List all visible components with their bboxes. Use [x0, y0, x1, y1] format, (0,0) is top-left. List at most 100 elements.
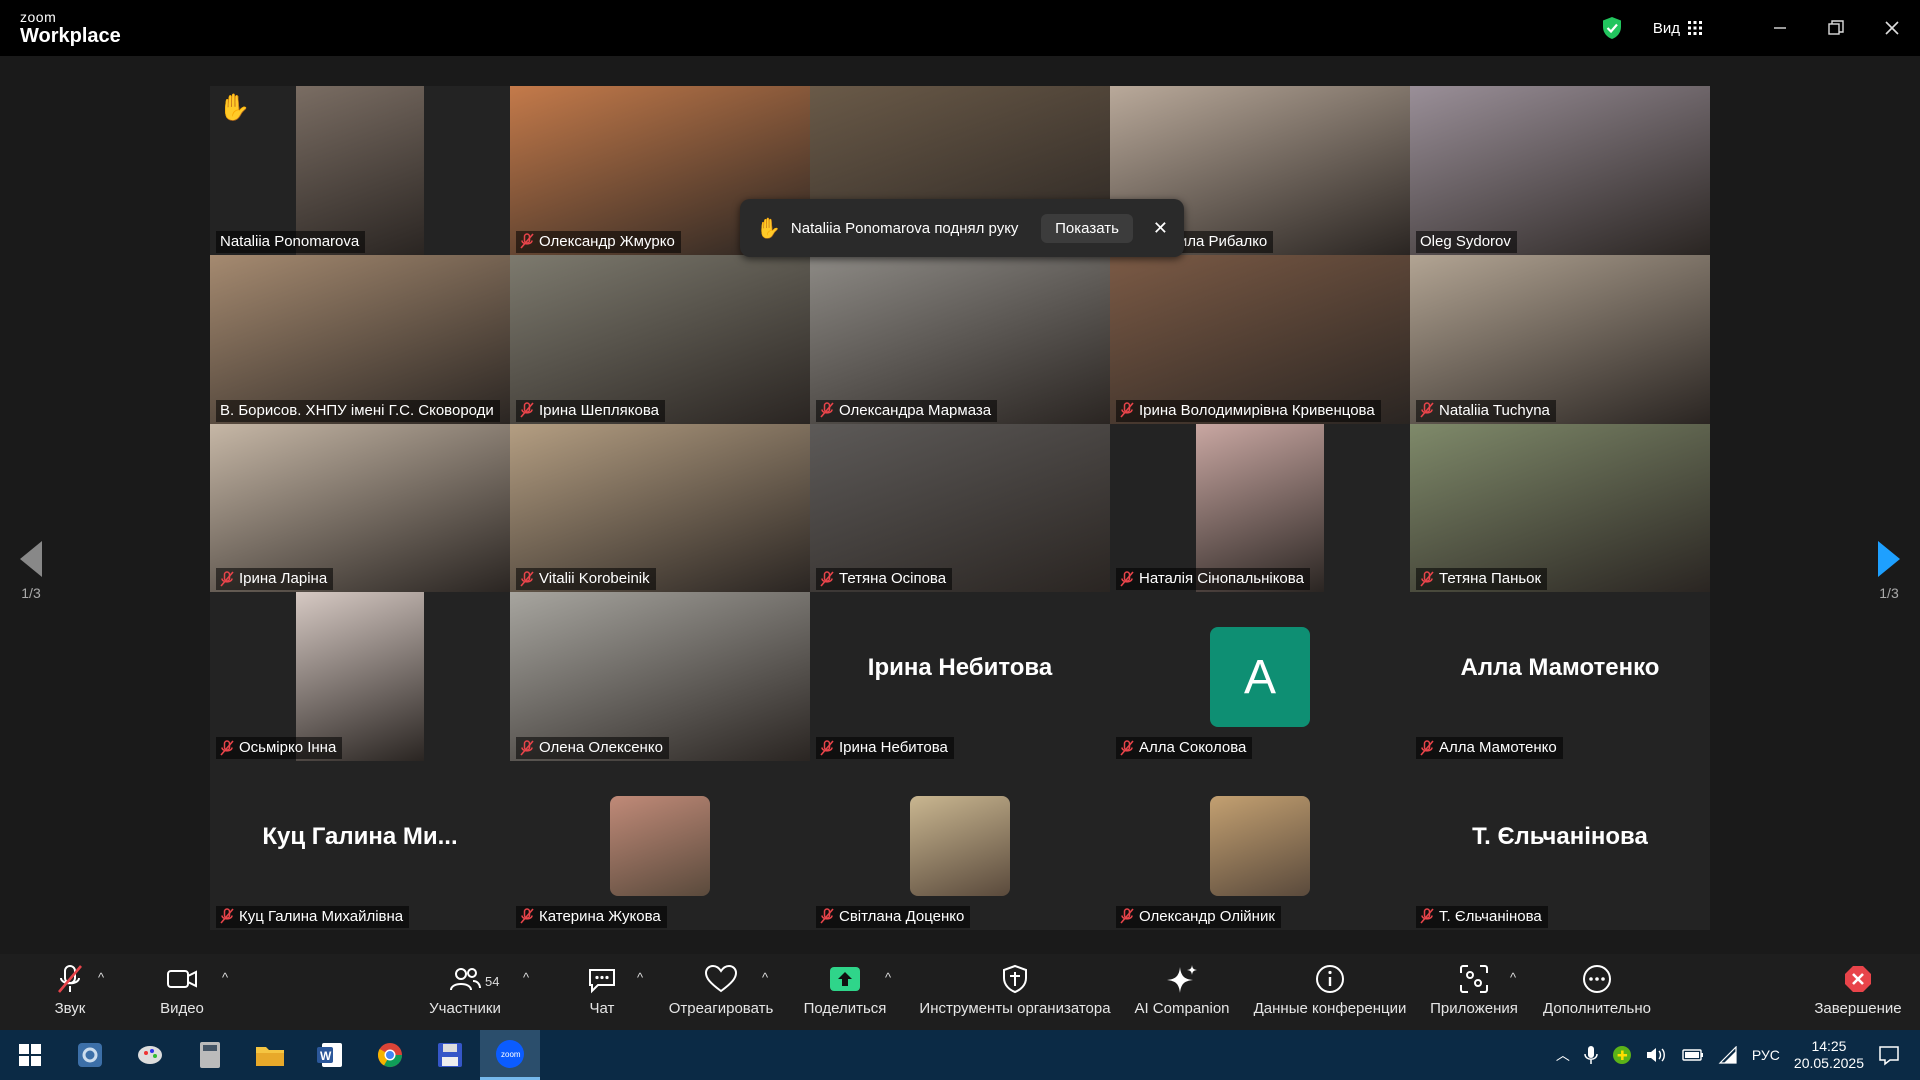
- participant-tile[interactable]: Олександр Олійник: [1110, 761, 1410, 930]
- volume-icon[interactable]: [1646, 1046, 1668, 1064]
- minimize-button[interactable]: [1752, 0, 1808, 56]
- participants-icon: [450, 968, 481, 991]
- participant-tile[interactable]: Тетяна Паньок: [1410, 423, 1710, 593]
- ai-companion-button[interactable]: AI Companion: [1132, 962, 1232, 1026]
- taskbar-calculator-app[interactable]: [180, 1030, 240, 1080]
- meeting-info-button[interactable]: Данные конференции: [1248, 962, 1412, 1026]
- show-button[interactable]: Показать: [1041, 213, 1133, 243]
- participant-name-tag: Nataliia Tuchyna: [1416, 399, 1556, 422]
- paint-app-icon: [138, 1046, 162, 1064]
- participant-tile[interactable]: Nataliia Tuchyna: [1410, 254, 1710, 424]
- raised-hand-notification: ✋ Nataliia Ponomarova поднял руку Показа…: [740, 199, 1184, 257]
- participant-display-name: Куц Галина Ми...: [262, 823, 458, 851]
- participant-tile[interactable]: Тетяна Осіпова: [810, 423, 1110, 593]
- next-page-button[interactable]: 1/3: [1878, 541, 1900, 601]
- muted-mic-icon: [220, 571, 234, 587]
- taskbar-zoom-app[interactable]: zoom: [480, 1030, 540, 1080]
- muted-mic-icon: [520, 739, 534, 756]
- chat-button[interactable]: Чат: [580, 962, 624, 1026]
- participant-name: Тетяна Паньок: [1439, 570, 1542, 588]
- participant-tile[interactable]: Ірина Володимирівна Кривенцова: [1110, 254, 1410, 424]
- taskbar-save-app[interactable]: [420, 1030, 480, 1080]
- muted-mic-icon: [520, 233, 534, 249]
- folder-icon: [256, 1047, 284, 1066]
- muted-mic-icon: [1120, 571, 1134, 587]
- video-button[interactable]: Видео: [150, 962, 214, 1026]
- tray-overflow-chevron-icon[interactable]: ︿: [1556, 1045, 1570, 1065]
- participant-tile[interactable]: Vitalii Korobeinik: [510, 423, 810, 593]
- taskbar-word-app[interactable]: W: [300, 1030, 360, 1080]
- participant-video: [296, 86, 424, 255]
- mic-muted-icon: [58, 965, 82, 993]
- microphone-tray-icon[interactable]: [1584, 1045, 1598, 1065]
- view-button[interactable]: Вид: [1653, 20, 1702, 37]
- taskbar-chrome-app[interactable]: [360, 1030, 420, 1080]
- muted-mic-icon: [1120, 402, 1134, 418]
- participant-display-name: Алла Мамотенко: [1460, 654, 1660, 682]
- taskbar-file-explorer[interactable]: [240, 1030, 300, 1080]
- participant-tile[interactable]: Oleg Sydorov: [1410, 86, 1710, 255]
- taskbar-clock[interactable]: 14:25 20.05.2025: [1794, 1038, 1864, 1073]
- react-options-chevron-icon[interactable]: ^: [762, 970, 768, 985]
- participant-name-tag: Наталія Сінопальнікова: [1116, 568, 1310, 591]
- audio-button[interactable]: Звук: [40, 962, 100, 1026]
- security-shield-icon[interactable]: [1601, 16, 1623, 40]
- participant-tile[interactable]: Наталія Сінопальнікова: [1110, 423, 1410, 593]
- previous-page-button[interactable]: 1/3: [20, 541, 42, 601]
- participant-tile[interactable]: A Алла Соколова: [1110, 592, 1410, 762]
- participant-name: Олександра Мармаза: [839, 401, 992, 419]
- battery-icon[interactable]: [1682, 1048, 1704, 1062]
- share-button[interactable]: Поделиться: [800, 962, 890, 1026]
- apps-options-chevron-icon[interactable]: ^: [1510, 970, 1516, 985]
- more-button[interactable]: Дополнительно: [1540, 962, 1654, 1026]
- shield-icon: [1003, 964, 1027, 994]
- raised-hand-icon: ✋: [218, 92, 251, 122]
- participant-tile[interactable]: Олена Олексенко: [510, 592, 810, 762]
- windows-logo-icon: [19, 1044, 41, 1066]
- notifications-icon[interactable]: [1878, 1044, 1900, 1066]
- language-indicator[interactable]: РУС: [1752, 1047, 1780, 1063]
- participant-tile[interactable]: Алла Мамотенко Алла Мамотенко: [1410, 592, 1710, 762]
- participant-name: Світлана Доценко: [839, 907, 965, 925]
- apps-button[interactable]: Приложения: [1428, 962, 1520, 1026]
- restore-icon: [1828, 20, 1844, 35]
- end-meeting-button[interactable]: Завершение: [1810, 962, 1906, 1026]
- taskbar-settings-app[interactable]: [60, 1030, 120, 1080]
- participant-tile[interactable]: Світлана Доценко: [810, 761, 1110, 930]
- participant-tile[interactable]: Ірина Шеплякова: [510, 254, 810, 424]
- chat-options-chevron-icon[interactable]: ^: [637, 970, 643, 985]
- host-tools-button[interactable]: Инструменты организатора: [915, 962, 1115, 1026]
- restore-button[interactable]: [1808, 0, 1864, 56]
- participants-options-chevron-icon[interactable]: ^: [523, 970, 529, 985]
- participant-name-tag: Тетяна Осіпова: [816, 568, 953, 591]
- share-options-chevron-icon[interactable]: ^: [885, 970, 891, 985]
- participant-name-tag: Алла Мамотенко: [1416, 737, 1563, 760]
- audio-options-chevron-icon[interactable]: ^: [98, 970, 104, 985]
- participant-tile[interactable]: Осьмірко Інна: [210, 592, 510, 762]
- participant-tile[interactable]: Ірина Ларіна: [210, 423, 510, 593]
- participant-name-tag: Ірина Небитова: [816, 737, 954, 760]
- participants-button[interactable]: Участники: [420, 962, 510, 1026]
- taskbar-paint-app[interactable]: [120, 1030, 180, 1080]
- participant-tile[interactable]: ✋ Nataliia Ponomarova: [210, 86, 510, 255]
- close-notification-icon[interactable]: ✕: [1153, 218, 1168, 239]
- video-options-chevron-icon[interactable]: ^: [222, 970, 228, 985]
- close-window-button[interactable]: [1864, 0, 1920, 56]
- meeting-info-label: Данные конференции: [1253, 1000, 1407, 1017]
- participant-tile[interactable]: В. Борисов. ХНПУ імені Г.С. Сковороди: [210, 254, 510, 424]
- svg-text:zoom: zoom: [501, 1050, 521, 1059]
- react-button[interactable]: Отреагировать: [666, 962, 776, 1026]
- arrow-right-icon: [1878, 541, 1900, 577]
- participant-name: Nataliia Ponomarova: [220, 232, 360, 250]
- antivirus-tray-icon[interactable]: ✚: [1612, 1045, 1632, 1065]
- participant-name-tag: Ірина Володимирівна Кривенцова: [1116, 399, 1381, 422]
- participant-tile[interactable]: Т. Єльчанінова Т. Єльчанінова: [1410, 761, 1710, 930]
- participant-tile[interactable]: Катерина Жукова: [510, 761, 810, 930]
- participant-tile[interactable]: Олександра Мармаза: [810, 254, 1110, 424]
- participant-tile[interactable]: Ірина Небитова Ірина Небитова: [810, 592, 1110, 762]
- participant-tile[interactable]: Куц Галина Ми... Куц Галина Михайлівна: [210, 761, 510, 930]
- wifi-icon[interactable]: [1718, 1046, 1738, 1064]
- apps-label: Приложения: [1430, 1000, 1518, 1017]
- calculator-icon: [200, 1042, 220, 1068]
- start-button[interactable]: [0, 1030, 60, 1080]
